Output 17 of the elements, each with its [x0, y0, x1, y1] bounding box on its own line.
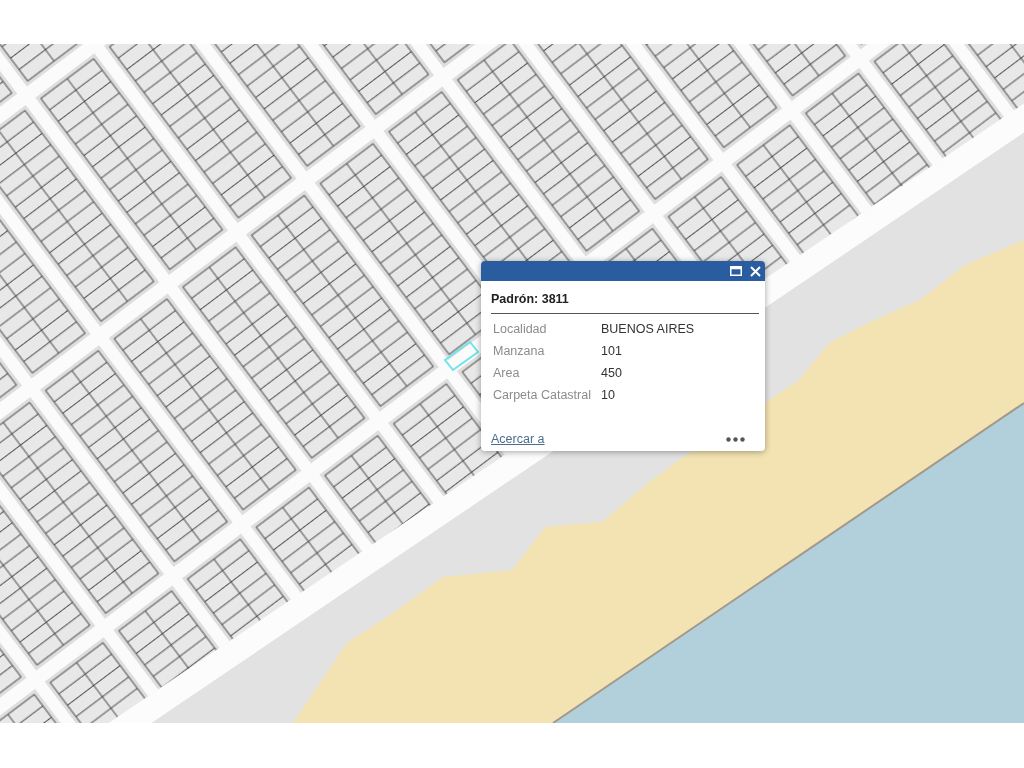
close-button[interactable] [750, 265, 761, 277]
parcel-highlight-icon [443, 340, 480, 372]
field-value: BUENOS AIRES [601, 322, 695, 336]
field-label: Manzana [493, 344, 545, 358]
field-value: 450 [601, 366, 622, 380]
maximize-button[interactable] [730, 266, 742, 276]
zoom-to-link[interactable]: Acercar a [491, 432, 545, 446]
field-value: 10 [601, 388, 615, 402]
close-icon [750, 265, 761, 277]
field-label: Area [493, 366, 520, 380]
field-label: Carpeta Catastral [493, 388, 591, 402]
more-options-button[interactable] [726, 436, 745, 442]
more-options-icon [726, 436, 745, 442]
maximize-icon [730, 266, 742, 276]
field-label: Localidad [493, 322, 547, 336]
field-value: 101 [601, 344, 622, 358]
parcel-heading: Padrón: 3811 [491, 292, 569, 306]
